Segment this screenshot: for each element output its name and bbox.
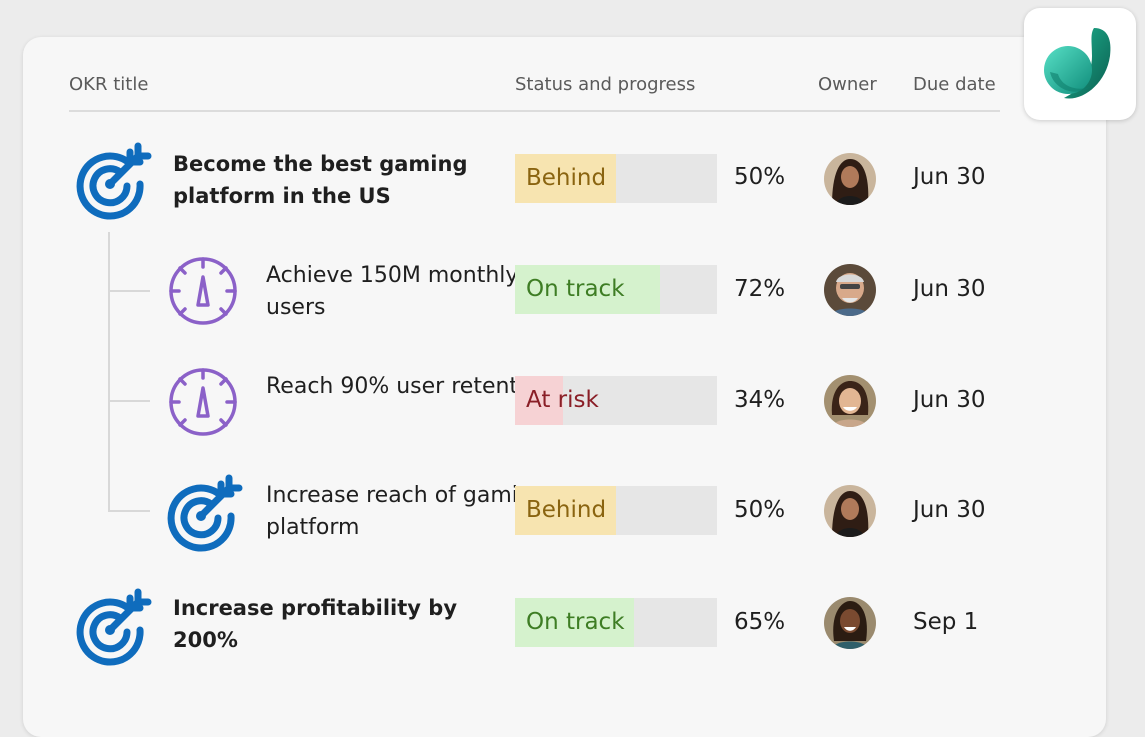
column-header-status: Status and progress [515,74,696,95]
status-progress-bar: Behind [515,154,717,203]
okr-title: Become the best gaming platform in the U… [173,152,468,208]
owner-avatar[interactable] [824,485,876,537]
status-progress-bar: On track [515,598,717,647]
status-label: At risk [526,387,599,413]
viva-goals-logo-icon [1044,28,1111,99]
okr-row[interactable]: Reach 90% user retention At risk 34% Jun… [0,361,1145,441]
due-date: Jun 30 [913,276,986,302]
status-label: Behind [526,165,607,191]
target-icon [72,586,152,670]
target-icon [163,472,243,556]
due-date: Jun 30 [913,164,986,190]
okr-row[interactable]: Become the best gaming platform in the U… [0,138,1145,220]
due-date: Jun 30 [913,387,986,413]
status-label: On track [526,276,625,302]
header-divider [69,110,1000,112]
app-logo[interactable] [1024,8,1136,120]
progress-percent: 34% [734,387,786,413]
status-progress-bar: On track [515,265,717,314]
progress-percent: 72% [734,276,786,302]
okr-title: Increase profitability by 200% [173,596,458,652]
okr-row[interactable]: Achieve 150M monthly users On track 72% … [0,250,1145,330]
okr-row[interactable]: Increase profitability by 200% On track … [0,584,1145,666]
gauge-icon [167,366,239,442]
owner-avatar[interactable] [824,153,876,205]
status-label: Behind [526,497,607,523]
progress-percent: 50% [734,497,786,523]
gauge-icon [167,255,239,331]
status-progress-bar: At risk [515,376,717,425]
owner-avatar[interactable] [824,597,876,649]
progress-percent: 50% [734,164,786,190]
column-header-owner: Owner [818,74,877,95]
due-date: Sep 1 [913,609,979,635]
okr-row[interactable]: Increase reach of gaming platform Behind… [0,470,1145,552]
progress-percent: 65% [734,609,786,635]
column-header-title: OKR title [69,74,149,95]
column-header-due-date: Due date [913,74,996,95]
owner-avatar[interactable] [824,264,876,316]
status-label: On track [526,609,625,635]
target-icon [72,140,152,224]
due-date: Jun 30 [913,497,986,523]
owner-avatar[interactable] [824,375,876,427]
status-progress-bar: Behind [515,486,717,535]
